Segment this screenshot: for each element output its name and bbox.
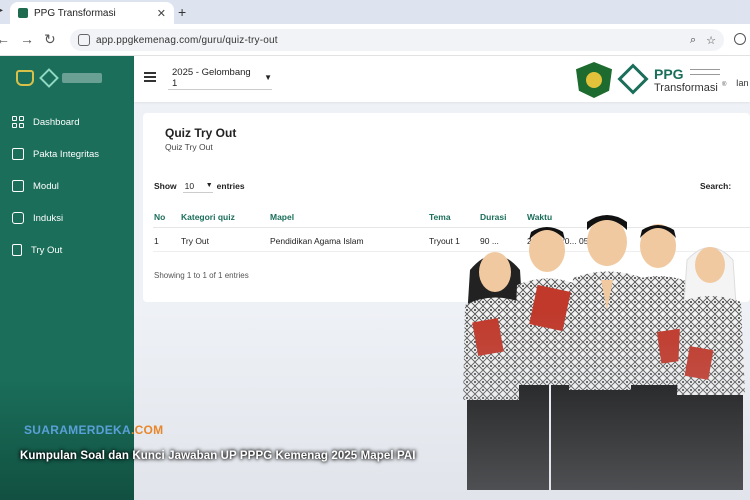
browser-tab[interactable]: PPG Transformasi ✕ (10, 2, 174, 24)
sidebar-item-induksi[interactable]: Induksi (12, 208, 63, 228)
chevron-down-icon: ▼ (264, 73, 272, 82)
brand-subtitle: Transformasi (654, 82, 718, 94)
sidebar-item-label: Try Out (31, 244, 63, 256)
browser-tab-bar: ▸ PPG Transformasi ✕ + (0, 0, 750, 24)
url-input[interactable]: app.ppgkemenag.com/guru/quiz-try-out ⌕ ☆ (70, 29, 724, 51)
tab-scroll-icon[interactable]: ▸ (0, 5, 3, 16)
ppg-logo-icon (39, 68, 59, 88)
batch-select-value: 2025 - Gelombang 1 (172, 66, 251, 89)
entries-label: entries (216, 181, 245, 191)
site-info-icon[interactable] (78, 34, 90, 46)
document-icon (12, 148, 24, 160)
watermark-main: SUARAMERDEKA (24, 423, 131, 437)
top-header: 2025 - Gelombang 1 ▼ PPG Transformasi ® … (134, 56, 750, 102)
zoom-icon[interactable]: ⌕ (690, 34, 696, 47)
bookmark-star-icon[interactable]: ☆ (706, 34, 716, 47)
sidebar-item-label: Dashboard (33, 116, 80, 128)
show-label: Show (154, 181, 177, 191)
watermark-logo: SUARAMERDEKA.COM (24, 423, 163, 437)
book-icon (12, 180, 24, 192)
table-info: Showing 1 to 1 of 1 entries (154, 271, 249, 280)
cell-no: 1 (154, 236, 159, 246)
sidebar-logo[interactable] (16, 68, 102, 88)
hamburger-menu-icon[interactable] (144, 72, 156, 82)
sidebar-shade (0, 380, 134, 500)
sidebar-item-label: Pakta Integritas (33, 148, 100, 160)
clipboard-icon (12, 244, 22, 256)
logo-wordmark (62, 73, 102, 83)
batch-select[interactable]: 2025 - Gelombang 1 ▼ (168, 66, 272, 90)
brand-registered-mark: ® (722, 82, 727, 88)
cell-kategori: Try Out (181, 236, 210, 246)
brand-tagline-lines (690, 69, 720, 75)
back-arrow-icon[interactable]: ← (0, 31, 10, 47)
sidebar-item-modul[interactable]: Modul (12, 176, 59, 196)
image-caption: Kumpulan Soal dan Kunci Jawaban UP PPPG … (20, 450, 416, 462)
address-bar: ← → ↻ app.ppgkemenag.com/guru/quiz-try-o… (0, 24, 750, 56)
column-header-kategori[interactable]: Kategori quiz (181, 212, 235, 222)
entries-value: 10 (184, 180, 195, 191)
sidebar-item-dashboard[interactable]: Dashboard (12, 112, 79, 132)
search-label: Search: (700, 181, 732, 191)
sidebar-item-label: Modul (33, 180, 59, 192)
profile-icon[interactable] (734, 33, 746, 45)
entries-control: Show 10 ▼ entries (154, 179, 245, 193)
user-name[interactable]: Ian (736, 78, 749, 88)
close-tab-icon[interactable]: ✕ (157, 7, 166, 20)
reload-icon[interactable]: ↻ (44, 31, 56, 48)
cell-mapel: Pendidikan Agama Islam (270, 236, 364, 246)
column-header-tema[interactable]: Tema (429, 212, 451, 222)
kemenag-logo-icon (16, 70, 34, 86)
url-text: app.ppgkemenag.com/guru/quiz-try-out (96, 34, 278, 46)
page-title: Quiz Try Out (165, 126, 237, 140)
tab-title: PPG Transformasi (34, 7, 116, 19)
screenshot-page: ▸ PPG Transformasi ✕ + ← → ↻ app.ppgkeme… (0, 0, 750, 500)
ppg-diamond-icon (617, 63, 649, 95)
column-header-mapel[interactable]: Mapel (270, 212, 294, 222)
grid-icon (12, 116, 24, 128)
play-icon (12, 212, 24, 224)
entries-select[interactable]: 10 ▼ (182, 179, 213, 193)
sidebar-item-try-out[interactable]: Try Out (12, 240, 62, 260)
kemenag-emblem-icon (576, 62, 612, 98)
new-tab-button[interactable]: + (178, 4, 186, 20)
column-header-no[interactable]: No (154, 212, 165, 222)
chevron-down-icon: ▼ (205, 182, 213, 189)
sidebar-item-pakta-integritas[interactable]: Pakta Integritas (12, 144, 99, 164)
breadcrumb: Quiz Try Out (165, 142, 213, 152)
favicon-icon (18, 8, 28, 18)
brand-title: PPG (654, 66, 684, 82)
forward-arrow-icon[interactable]: → (20, 31, 34, 47)
watermark-suffix: .COM (130, 423, 164, 437)
sidebar-item-label: Induksi (33, 212, 64, 224)
bottom-shade (134, 310, 750, 500)
